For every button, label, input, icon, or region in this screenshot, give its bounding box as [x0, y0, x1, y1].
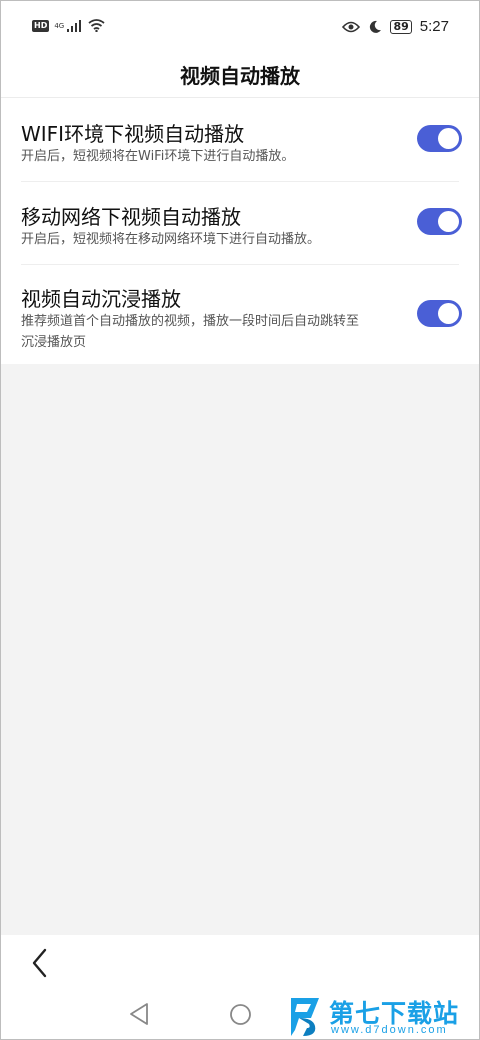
watermark-url: www.d7down.com	[331, 1024, 448, 1036]
eye-icon	[342, 21, 361, 32]
mobile-autoplay-toggle[interactable]	[417, 208, 462, 235]
immersive-autoplay-toggle[interactable]	[417, 300, 462, 327]
toggle-knob	[438, 211, 459, 232]
watermark: 第七下载站 www.d7down.com	[281, 994, 477, 1038]
toggle-knob	[438, 303, 459, 324]
toggle-knob	[438, 128, 459, 149]
setting-title: 移动网络下视频自动播放	[21, 205, 241, 229]
status-bar: HD 4G 89 5:27	[1, 1, 479, 53]
setting-title: WIFI环境下视频自动播放	[21, 122, 245, 146]
nav-home-icon[interactable]	[229, 1003, 252, 1026]
setting-description: 推荐频道首个自动播放的视频，播放一段时间后自动跳转至沉浸播放页	[21, 314, 360, 350]
watermark-logo-icon	[291, 998, 319, 1036]
page-title: 视频自动播放	[180, 64, 300, 88]
setting-title: 视频自动沉浸播放	[21, 287, 181, 311]
nav-back-icon[interactable]	[128, 1002, 150, 1026]
settings-list: WIFI环境下视频自动播放 开启后，短视频将在WiFi环境下进行自动播放。 移动…	[1, 98, 479, 364]
bottom-back-bar	[1, 935, 479, 991]
signal-icon	[67, 19, 82, 32]
setting-row-immersive-autoplay[interactable]: 视频自动沉浸播放 推荐频道首个自动播放的视频，播放一段时间后自动跳转至沉浸播放页	[1, 265, 479, 364]
setting-description: 开启后，短视频将在移动网络环境下进行自动播放。	[21, 232, 321, 247]
wifi-icon	[88, 19, 105, 32]
network-type: 4G	[54, 21, 65, 30]
status-right: 89 5:27	[342, 18, 449, 35]
status-time: 5:27	[419, 18, 449, 35]
wifi-autoplay-toggle[interactable]	[417, 125, 462, 152]
back-arrow-icon[interactable]	[29, 947, 51, 979]
setting-description: 开启后，短视频将在WiFi环境下进行自动播放。	[21, 149, 295, 164]
moon-icon	[370, 20, 382, 33]
status-left: HD 4G	[32, 19, 105, 32]
title-bar: 视频自动播放	[1, 53, 479, 98]
app-frame: HD 4G 89 5:27 视频自动播放 WIFI环境下视频自动播放 开启后，短…	[0, 0, 480, 1040]
setting-row-mobile-autoplay[interactable]: 移动网络下视频自动播放 开启后，短视频将在移动网络环境下进行自动播放。	[1, 182, 479, 264]
setting-row-wifi-autoplay[interactable]: WIFI环境下视频自动播放 开启后，短视频将在WiFi环境下进行自动播放。	[1, 98, 479, 181]
battery-icon: 89	[390, 19, 412, 34]
hd-badge: HD	[32, 19, 50, 32]
